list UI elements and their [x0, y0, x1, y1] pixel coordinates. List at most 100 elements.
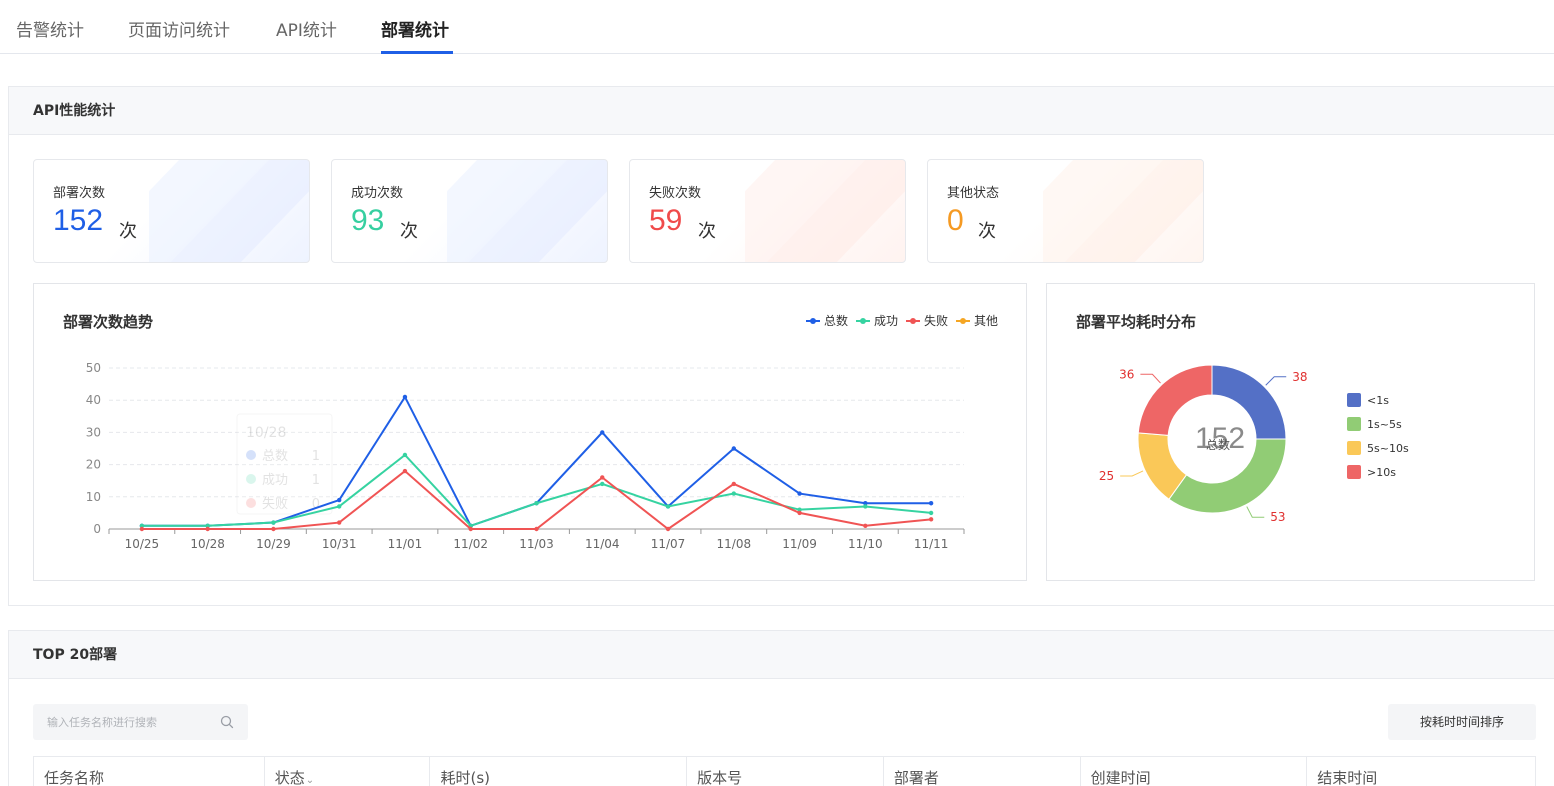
stat-card-success-count: 成功次数 93 次 — [331, 159, 608, 263]
sort-by-duration-button[interactable]: 按耗时时间排序 — [1388, 704, 1536, 740]
data-point — [863, 504, 868, 509]
tooltip-title: 10/28 — [246, 425, 286, 441]
stat-unit: 次 — [978, 221, 996, 242]
y-tick-label: 20 — [86, 458, 101, 472]
tab-api[interactable]: API统计 — [276, 16, 337, 41]
active-tab-indicator — [381, 51, 453, 54]
tab-alerts[interactable]: 告警统计 — [16, 16, 84, 41]
x-tick-label: 11/09 — [782, 537, 817, 551]
legend-swatch — [1347, 441, 1361, 455]
card-decoration — [447, 160, 607, 262]
y-tick-label: 10 — [86, 490, 101, 504]
data-point — [402, 394, 408, 400]
column-header-end-time[interactable]: 结束时间 — [1307, 757, 1535, 786]
x-tick-label: 11/07 — [651, 537, 686, 551]
pie-legend: <1s 1s~5s 5s~10s >10s — [1347, 388, 1409, 484]
section-title: TOP 20部署 — [9, 631, 1554, 679]
deploy-duration-chart: 部署平均耗时分布 38 53 25 36 152 总数 <1s 1s~5s 5s~10s >10… — [1046, 283, 1535, 581]
tooltip-marker — [246, 474, 256, 484]
legend-label: 1s~5s — [1367, 417, 1402, 431]
column-header-status[interactable]: 状态⌄ — [265, 757, 431, 786]
legend-item[interactable]: <1s — [1347, 388, 1409, 412]
data-point — [336, 520, 342, 525]
deploy-trend-chart: 部署次数趋势 总数 成功 失败 其他 0 10 20 30 40 50 10/25 10/28 10/… — [33, 283, 1027, 581]
data-point — [928, 517, 934, 522]
legend-swatch — [1347, 393, 1361, 407]
label-leader-line — [1265, 376, 1287, 386]
legend-item[interactable]: 1s~5s — [1347, 412, 1409, 436]
data-point — [468, 526, 473, 532]
data-point — [797, 510, 802, 516]
donut-center-label: 总数 — [1206, 437, 1230, 452]
data-point — [271, 520, 276, 525]
x-tick-label: 10/25 — [125, 537, 160, 551]
data-point — [797, 491, 802, 496]
stat-card-other-status: 其他状态 0 次 — [927, 159, 1204, 263]
label-leader-line — [1120, 470, 1144, 477]
tooltip-marker — [246, 450, 256, 460]
data-point — [928, 501, 934, 506]
tooltip-item-value: 1 — [312, 449, 320, 464]
legend-item[interactable]: >10s — [1347, 460, 1409, 484]
column-header-duration[interactable]: 耗时(s) — [430, 757, 688, 786]
data-point — [271, 526, 276, 532]
data-point — [665, 526, 671, 532]
legend-swatch — [1347, 465, 1361, 479]
stat-card-deploy-count: 部署次数 152 次 — [33, 159, 310, 263]
data-point — [600, 430, 605, 435]
column-header-created-time[interactable]: 创建时间 — [1081, 757, 1308, 786]
y-tick-label: 40 — [86, 393, 101, 407]
data-point — [534, 501, 539, 506]
data-point — [731, 491, 737, 496]
data-point — [731, 446, 737, 451]
legend-label: >10s — [1367, 465, 1396, 479]
tooltip-marker — [246, 498, 256, 508]
data-point — [600, 475, 605, 480]
tooltip-item-name: 失败 — [262, 497, 288, 512]
y-tick-label: 30 — [86, 425, 101, 439]
data-point — [665, 504, 671, 509]
card-decoration — [1043, 160, 1203, 262]
column-header-label: 状态 — [274, 769, 305, 786]
x-tick-label: 11/02 — [453, 537, 488, 551]
stat-unit: 次 — [400, 221, 418, 242]
tab-deploy[interactable]: 部署统计 — [381, 16, 449, 41]
x-tick-label: 10/29 — [256, 537, 291, 551]
stat-value: 152 — [53, 204, 104, 237]
stat-label: 成功次数 — [351, 186, 404, 201]
data-point — [534, 526, 539, 532]
chart-tooltip: 10/28总数 1成功 1失败 0 — [236, 413, 333, 515]
data-point — [336, 497, 342, 503]
slice-value-label: 36 — [1119, 367, 1134, 381]
table-header: 任务名称 状态⌄ 耗时(s) 版本号 部署者 创建时间 结束时间 — [33, 756, 1536, 786]
tooltip-item-name: 成功 — [262, 473, 288, 488]
stat-unit: 次 — [119, 221, 137, 242]
column-header-deployer[interactable]: 部署者 — [884, 757, 1081, 786]
y-tick-label: 50 — [86, 361, 101, 375]
chevron-down-icon[interactable]: ⌄ — [306, 775, 314, 786]
data-point — [139, 526, 145, 532]
data-point — [731, 481, 737, 487]
donut-chart-svg: 38532536152总数 — [1099, 364, 1308, 524]
search-icon[interactable] — [220, 715, 234, 729]
x-tick-label: 11/08 — [717, 537, 752, 551]
section-title: API性能统计 — [9, 87, 1554, 135]
data-point — [928, 510, 934, 516]
line-chart-svg: 0 10 20 30 40 50 10/25 10/28 10/29 10/31 11/01 11/0… — [86, 361, 965, 551]
data-point — [863, 523, 868, 528]
stat-card-fail-count: 失败次数 59 次 — [629, 159, 906, 263]
data-point — [600, 481, 605, 487]
column-header-task-name[interactable]: 任务名称 — [34, 757, 265, 786]
legend-item[interactable]: 5s~10s — [1347, 436, 1409, 460]
tab-page-visits[interactable]: 页面访问统计 — [128, 16, 230, 41]
stat-value: 59 — [649, 204, 683, 237]
column-header-version[interactable]: 版本号 — [687, 757, 884, 786]
search-input[interactable] — [33, 704, 213, 740]
tooltip-item-value: 1 — [312, 473, 320, 488]
slice-value-label: 25 — [1099, 469, 1114, 483]
x-tick-label: 10/31 — [322, 537, 357, 551]
data-point — [402, 468, 408, 474]
stat-label: 其他状态 — [947, 186, 1000, 201]
stat-unit: 次 — [698, 221, 716, 242]
x-tick-label: 11/01 — [388, 537, 423, 551]
